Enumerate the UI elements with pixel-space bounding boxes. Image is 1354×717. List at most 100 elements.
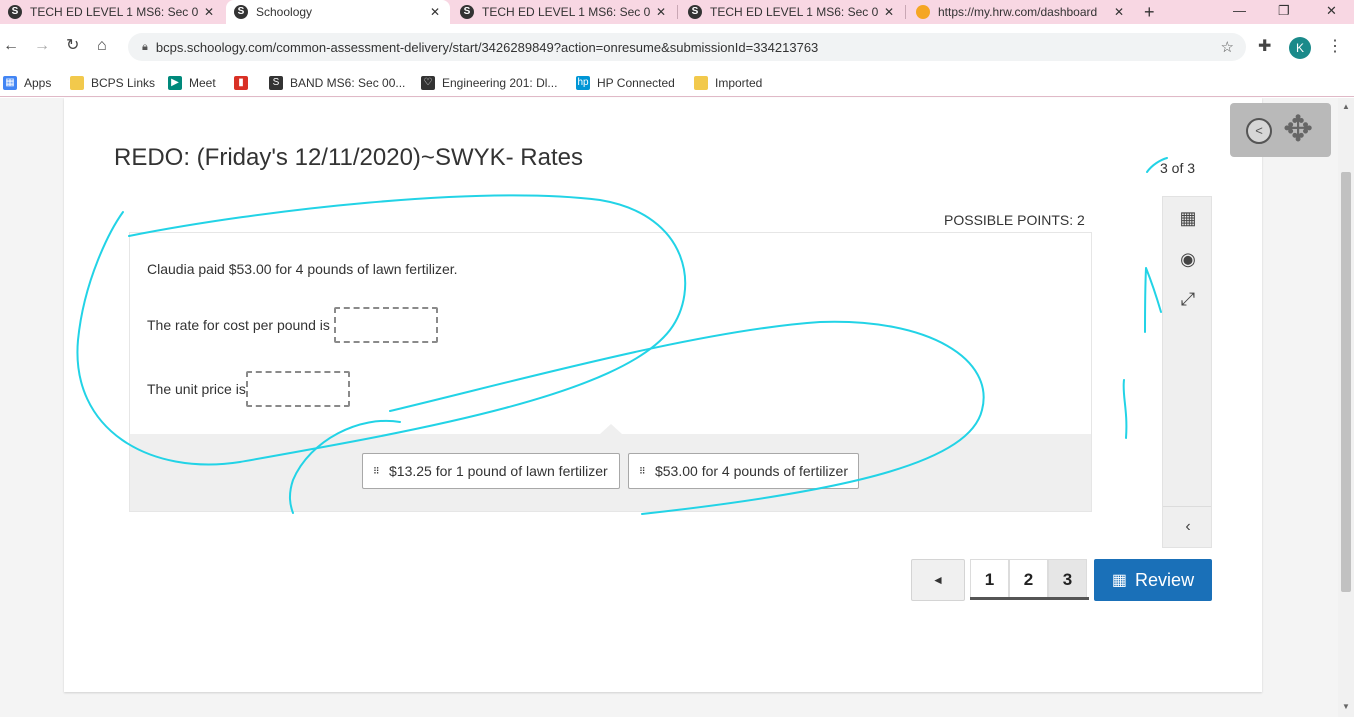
- bookmark-label: BAND MS6: Sec 00...: [290, 76, 406, 90]
- tab-title: TECH ED LEVEL 1 MS6: Sec 005: [30, 5, 198, 19]
- unit-price-drop-zone[interactable]: [245, 371, 350, 407]
- browser-tab[interactable]: S TECH ED LEVEL 1 MS6: Sec 005 ✕: [680, 0, 904, 24]
- bookmark-label: Engineering 201: Dl...: [442, 76, 558, 90]
- calculator-icon[interactable]: ▦: [1177, 207, 1199, 229]
- bookmark-label: BCPS Links: [91, 76, 156, 90]
- schoology-favicon-icon: S: [234, 5, 248, 19]
- scroll-up-icon[interactable]: ▲: [1342, 102, 1350, 111]
- question-box: Claudia paid $53.00 for 4 pounds of lawn…: [129, 232, 1092, 512]
- tab-title: Schoology: [256, 5, 313, 19]
- bookmarks-bar: ▦ Apps BCPS Links ▶ Meet ▮ S BAND MS6: Sec 00..…: [0, 70, 1354, 97]
- browser-tab[interactable]: S TECH ED LEVEL 1 MS6: Sec 005 ✕: [452, 0, 676, 24]
- previous-question-button[interactable]: ◄: [911, 559, 965, 601]
- meet-icon: ▶: [168, 76, 182, 90]
- bookmark-label: HP Connected: [597, 76, 675, 90]
- heart-icon: ♡: [421, 76, 435, 90]
- bookmark-item[interactable]: ♡ Engineering 201: Dl...: [421, 76, 557, 90]
- page-button-2[interactable]: 2: [1009, 559, 1048, 600]
- url-text: bcps.schoology.com/common-assessment-del…: [155, 39, 819, 55]
- restore-icon[interactable]: ❐: [1278, 3, 1290, 19]
- bookmark-icon: ▮: [234, 76, 248, 90]
- back-arrow-icon[interactable]: ←: [3, 36, 19, 56]
- tools-panel: ▦ ◉ ⤢ ‹: [1162, 196, 1212, 548]
- chevron-left-circle-icon[interactable]: <: [1246, 118, 1272, 144]
- calendar-icon: ▦: [1111, 572, 1128, 589]
- collapse-chevron-left-icon[interactable]: ‹: [1177, 516, 1199, 538]
- forward-arrow-icon[interactable]: →: [34, 36, 50, 56]
- accessibility-icon[interactable]: ◉: [1177, 248, 1199, 270]
- hp-icon: hp: [576, 76, 590, 90]
- browser-tab[interactable]: https://my.hrw.com/dashboard ✕: [908, 0, 1134, 24]
- home-icon[interactable]: ⌂: [97, 36, 107, 56]
- close-tab-icon[interactable]: ✕: [430, 5, 442, 19]
- page-area: ▲ ▼ REDO: (Friday's 12/11/2020)~SWYK- Ra…: [0, 98, 1354, 717]
- drag-handle-icon: ⠿: [639, 466, 646, 476]
- extensions-puzzle-icon[interactable]: ✚: [1258, 36, 1271, 56]
- address-bar[interactable]: 🔒︎ bcps.schoology.com/common-assessment-…: [128, 33, 1246, 61]
- schoology-favicon-icon: S: [8, 5, 22, 19]
- floating-nav-widget[interactable]: < ✥: [1230, 103, 1331, 157]
- unit-price-prompt: The unit price is: [147, 381, 246, 397]
- scrollbar-thumb[interactable]: [1341, 172, 1351, 592]
- question-line-rate: The rate for cost per pound is: [147, 307, 438, 343]
- move-arrows-icon[interactable]: ✥: [1283, 109, 1313, 149]
- question-line-unit-price: The unit price is: [147, 371, 350, 407]
- tab-divider: [905, 5, 906, 19]
- rate-prompt: The rate for cost per pound is: [147, 317, 330, 333]
- minimize-icon[interactable]: —: [1233, 3, 1246, 18]
- lock-icon: 🔒︎: [142, 40, 148, 53]
- browser-toolbar: ← → ↻ ⌂ 🔒︎ bcps.schoology.com/common-ass…: [0, 24, 1354, 70]
- answer-choice-chip[interactable]: ⠿ $53.00 for 4 pounds of fertilizer: [628, 453, 859, 489]
- schoology-favicon-icon: S: [460, 5, 474, 19]
- bookmark-item[interactable]: hp HP Connected: [576, 76, 675, 90]
- question-stem: Claudia paid $53.00 for 4 pounds of lawn…: [147, 261, 458, 277]
- bookmark-item[interactable]: ▶ Meet: [168, 76, 216, 90]
- browser-tab[interactable]: S TECH ED LEVEL 1 MS6: Sec 005 ✕: [0, 0, 224, 24]
- folder-icon: [694, 76, 708, 90]
- bookmark-item[interactable]: Imported: [694, 76, 762, 90]
- folder-icon: [70, 76, 84, 90]
- browser-tab-active[interactable]: S Schoology ✕: [226, 0, 450, 24]
- tab-divider: [677, 5, 678, 19]
- bookmark-item[interactable]: S BAND MS6: Sec 00...: [269, 76, 405, 90]
- page-button-1[interactable]: 1: [970, 559, 1009, 600]
- question-counter: 3 of 3: [1160, 160, 1196, 176]
- tab-title: TECH ED LEVEL 1 MS6: Sec 005: [482, 5, 650, 19]
- tab-title: TECH ED LEVEL 1 MS6: Sec 005: [710, 5, 878, 19]
- fullscreen-icon[interactable]: ⤢: [1177, 288, 1199, 310]
- review-button[interactable]: ▦ Review: [1094, 559, 1212, 601]
- assessment-title: REDO: (Friday's 12/11/2020)~SWYK- Rates: [114, 144, 583, 171]
- scroll-down-icon[interactable]: ▼: [1342, 702, 1350, 711]
- apps-grid-icon: ▦: [3, 76, 17, 90]
- page-button-3-current[interactable]: 3: [1048, 559, 1087, 600]
- page-scrollbar[interactable]: ▲ ▼: [1338, 98, 1354, 717]
- new-tab-button[interactable]: +: [1144, 2, 1155, 22]
- bookmark-item[interactable]: ▦ Apps: [3, 76, 51, 90]
- answer-bank: ⠿ $13.25 for 1 pound of lawn fertilizer …: [130, 424, 1091, 511]
- profile-avatar[interactable]: K: [1289, 37, 1311, 59]
- hrw-favicon-icon: [916, 5, 930, 19]
- bookmark-item[interactable]: BCPS Links: [70, 76, 155, 90]
- bookmark-label: Meet: [189, 76, 216, 90]
- close-tab-icon[interactable]: ✕: [656, 5, 668, 19]
- rate-drop-zone[interactable]: [333, 307, 438, 343]
- star-icon[interactable]: ☆: [1221, 38, 1234, 56]
- bookmark-item[interactable]: ▮: [234, 76, 255, 90]
- schoology-icon: S: [269, 76, 283, 90]
- browser-menu-icon[interactable]: ⋮: [1327, 36, 1343, 56]
- bookmark-label: Apps: [24, 76, 52, 90]
- review-label: Review: [1135, 569, 1195, 590]
- close-tab-icon[interactable]: ✕: [204, 5, 216, 19]
- browser-tab-bar: S TECH ED LEVEL 1 MS6: Sec 005 ✕ S Schoo…: [0, 0, 1354, 24]
- close-tab-icon[interactable]: ✕: [1114, 5, 1126, 19]
- schoology-favicon-icon: S: [688, 5, 702, 19]
- bank-pointer: [600, 424, 622, 434]
- drag-handle-icon: ⠿: [373, 466, 380, 476]
- answer-choice-chip[interactable]: ⠿ $13.25 for 1 pound of lawn fertilizer: [362, 453, 620, 489]
- choice-label: $13.25 for 1 pound of lawn fertilizer: [389, 463, 608, 479]
- close-tab-icon[interactable]: ✕: [884, 5, 896, 19]
- pagination-underline: [970, 597, 1089, 600]
- window-close-icon[interactable]: ✕: [1326, 3, 1337, 19]
- reload-icon[interactable]: ↻: [66, 36, 79, 56]
- bookmark-label: Imported: [715, 76, 763, 90]
